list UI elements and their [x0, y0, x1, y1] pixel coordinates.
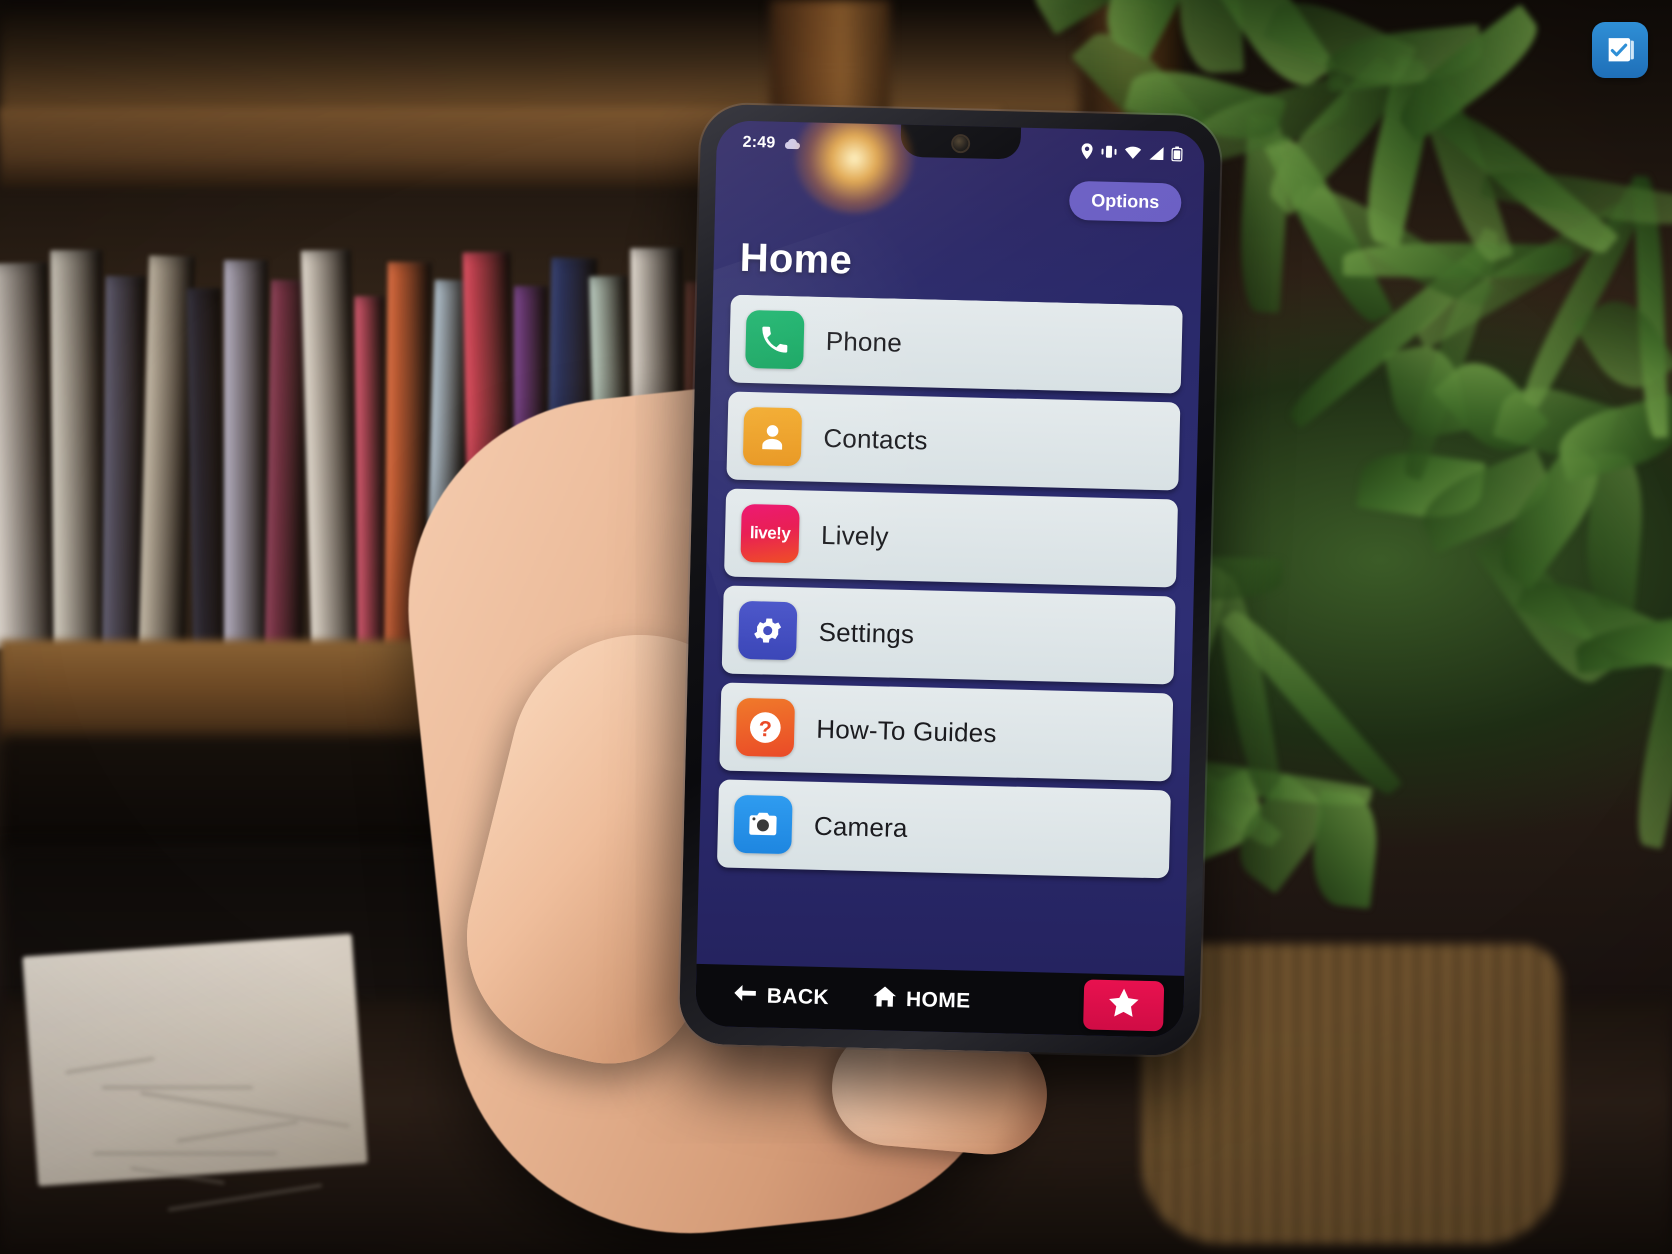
book-spine — [102, 275, 146, 649]
list-item-label: How-To Guides — [815, 713, 997, 748]
book-spine — [186, 287, 228, 649]
list-item-contacts[interactable]: Contacts — [726, 391, 1181, 491]
book-spine — [50, 249, 106, 649]
book-spine — [224, 260, 268, 648]
home-app-list: Phone Contacts live!y Lively Settings ? … — [697, 294, 1201, 976]
wifi-icon — [1124, 146, 1142, 159]
back-button[interactable]: BACK — [731, 983, 829, 1011]
home-icon — [873, 985, 898, 1014]
book-spine — [0, 262, 58, 649]
status-bar-time: 2:49 — [742, 133, 776, 152]
lively-wordmark: live!y — [749, 523, 791, 544]
battery-icon — [1171, 145, 1183, 162]
signal-icon — [1148, 146, 1164, 160]
sketch-line — [102, 1086, 253, 1089]
home-button[interactable]: HOME — [873, 985, 971, 1015]
lively-logo-icon: live!y — [740, 503, 800, 564]
list-item-label: Phone — [825, 325, 903, 358]
list-item-label: Settings — [818, 616, 915, 649]
sketch-line — [167, 1183, 323, 1212]
phone-handset-icon — [745, 309, 805, 370]
list-item-settings[interactable]: Settings — [721, 585, 1176, 685]
cloud-icon — [783, 138, 800, 150]
sketch-line — [130, 1166, 225, 1185]
list-item-label: Contacts — [823, 422, 929, 455]
bottom-navigation-bar: BACK HOME — [695, 963, 1185, 1038]
sketch-line — [65, 1056, 155, 1075]
phone-screen[interactable]: 2:49 Options Home Phone Contacts live!y … — [695, 120, 1206, 1038]
list-item-camera[interactable]: Camera — [716, 779, 1171, 879]
checklist-logo-icon — [1592, 22, 1648, 78]
sketch-line — [93, 1152, 277, 1155]
paper-sketch-lines — [55, 1050, 355, 1212]
book-spine — [300, 249, 362, 649]
smartphone: 2:49 Options Home Phone Contacts live!y … — [678, 103, 1222, 1057]
home-button-label: HOME — [905, 988, 971, 1013]
vibrate-icon — [1100, 145, 1117, 159]
question-mark-icon: ? — [735, 697, 796, 758]
person-icon — [742, 406, 803, 467]
star-button[interactable] — [1083, 979, 1165, 1032]
list-item-label: Lively — [820, 519, 890, 551]
arrow-left-icon — [731, 983, 758, 1010]
list-item-lively[interactable]: live!y Lively — [724, 488, 1179, 588]
back-button-label: BACK — [766, 984, 830, 1010]
svg-text:?: ? — [758, 716, 772, 741]
list-item-how-to-guides[interactable]: ? How-To Guides — [719, 682, 1174, 782]
list-item-label: Camera — [813, 810, 908, 843]
sketch-line — [176, 1120, 299, 1143]
page-title: Home — [739, 235, 853, 283]
options-button[interactable]: Options — [1068, 180, 1182, 223]
sketch-line — [140, 1091, 350, 1128]
camera-icon — [733, 794, 793, 855]
gear-icon — [738, 600, 798, 661]
location-pin-icon — [1080, 143, 1093, 160]
list-item-phone[interactable]: Phone — [728, 294, 1183, 394]
star-icon — [1106, 985, 1141, 1025]
